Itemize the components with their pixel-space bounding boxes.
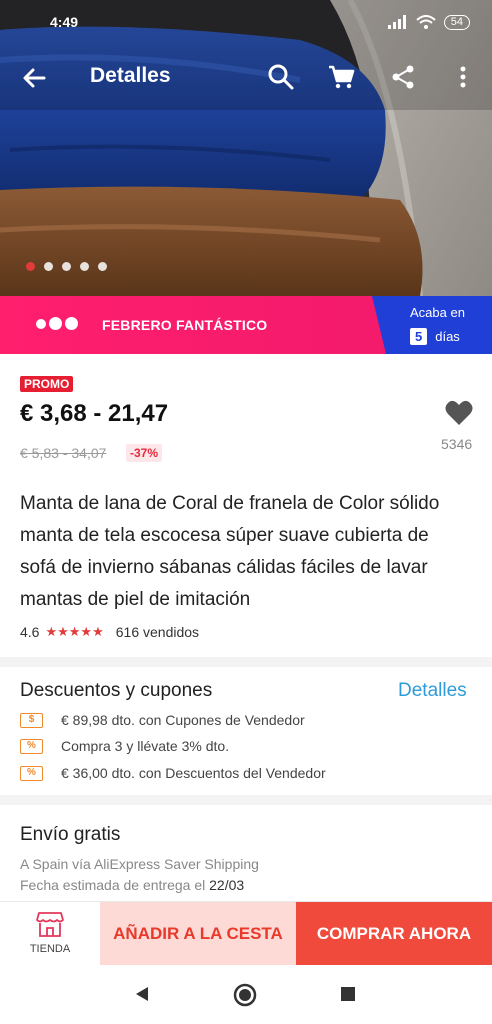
- coupon-item[interactable]: $ € 89,98 dto. con Cupones de Vendedor: [20, 712, 305, 728]
- app-bar: Detalles: [0, 52, 492, 102]
- countdown-unit: días: [435, 329, 460, 344]
- gallery-dot[interactable]: [80, 262, 89, 271]
- coupon-text: Compra 3 y llévate 3% dto.: [61, 738, 230, 754]
- add-to-cart-button[interactable]: AÑADIR A LA CESTA: [100, 902, 296, 966]
- product-image-gallery[interactable]: 4:49 54 Detalles: [0, 0, 492, 296]
- status-bar: 4:49 54: [0, 0, 492, 44]
- section-divider: [0, 795, 492, 805]
- coupon-item[interactable]: % Compra 3 y llévate 3% dto.: [20, 738, 229, 754]
- nav-home-icon[interactable]: [233, 983, 257, 1007]
- delivery-date: 22/03: [209, 877, 245, 893]
- promo-countdown: Acaba en 5 días: [372, 296, 492, 354]
- page-title: Detalles: [90, 64, 171, 87]
- system-nav-bar: [0, 965, 492, 1024]
- store-label: TIENDA: [29, 943, 71, 955]
- coupons-title: Descuentos y cupones: [20, 680, 213, 701]
- gallery-dot[interactable]: [44, 262, 53, 271]
- original-price: € 5,83 - 34,07: [20, 445, 107, 461]
- rating-value: 4.6: [20, 624, 40, 640]
- coupons-details-link[interactable]: Detalles: [398, 680, 467, 702]
- section-divider: [0, 657, 492, 667]
- buy-now-button[interactable]: COMPRAR AHORA: [296, 902, 492, 966]
- coupon-icon: %: [20, 765, 43, 781]
- countdown-days: 5: [410, 328, 428, 345]
- nav-back-icon[interactable]: [133, 985, 151, 1003]
- promo-label: FEBRERO FANTÁSTICO: [102, 317, 268, 333]
- store-button[interactable]: TIENDA: [0, 902, 100, 966]
- back-arrow-icon[interactable]: [18, 62, 50, 94]
- gallery-dot[interactable]: [62, 262, 71, 271]
- promo-banner[interactable]: FEBRERO FANTÁSTICO Acaba en 5 días: [0, 296, 492, 354]
- coupon-text: € 36,00 dto. con Descuentos del Vendedor: [61, 765, 326, 781]
- gallery-dot[interactable]: [26, 262, 35, 271]
- coupon-icon: %: [20, 738, 43, 754]
- product-title: Manta de lana de Coral de franela de Col…: [20, 493, 440, 610]
- gallery-dot[interactable]: [98, 262, 107, 271]
- coupon-text: € 89,98 dto. con Cupones de Vendedor: [61, 712, 305, 728]
- nav-recent-apps-icon[interactable]: [340, 986, 356, 1002]
- countdown-prefix: Acaba en: [410, 305, 465, 320]
- rating-stars-icon: ★★★★★: [45, 624, 104, 639]
- coupon-item[interactable]: % € 36,00 dto. con Descuentos del Vended…: [20, 765, 326, 781]
- store-icon: [36, 912, 64, 937]
- coupon-icon: $: [20, 712, 43, 728]
- share-icon[interactable]: [388, 62, 418, 92]
- rating-row[interactable]: 4.6 ★★★★★ 616 vendidos: [20, 624, 199, 640]
- gallery-pagination: [26, 262, 107, 271]
- status-time: 4:49: [50, 14, 79, 30]
- wifi-icon: [416, 15, 436, 29]
- sold-count: 616 vendidos: [115, 624, 200, 640]
- delivery-estimate-label: Fecha estimada de entrega el: [20, 877, 206, 893]
- discount-badge: -37%: [126, 444, 163, 462]
- product-photo: [0, 0, 492, 296]
- action-bar: TIENDA AÑADIR A LA CESTA COMPRAR AHORA: [0, 901, 492, 966]
- promo-tag: PROMO: [20, 376, 74, 392]
- delivery-estimate: Fecha estimada de entrega el 22/03: [20, 877, 244, 893]
- heart-icon[interactable]: [444, 398, 474, 428]
- search-icon[interactable]: [266, 62, 296, 92]
- promo-logo-icon: [36, 317, 78, 330]
- cart-icon[interactable]: [326, 62, 356, 92]
- shipping-title[interactable]: Envío gratis: [20, 824, 120, 846]
- battery-indicator: 54: [443, 14, 470, 30]
- signal-icon: [387, 15, 406, 29]
- wishlist-count: 5346: [441, 436, 473, 452]
- product-price: € 3,68 - 21,47: [20, 400, 169, 427]
- more-options-icon[interactable]: [448, 62, 478, 92]
- shipping-route: A Spain vía AliExpress Saver Shipping: [20, 856, 259, 872]
